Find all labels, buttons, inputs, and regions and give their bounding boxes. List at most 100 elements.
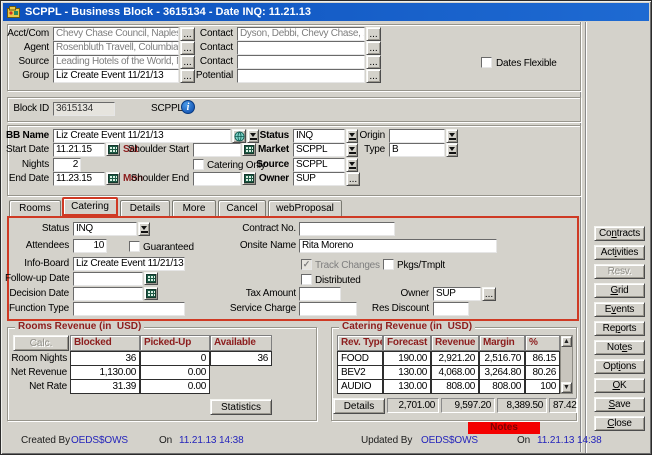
- end-date-field[interactable]: 11.23.15: [53, 172, 105, 186]
- grid-button[interactable]: Grid: [594, 283, 645, 298]
- acct-com-field[interactable]: Chevy Chase Council, Naples,: [53, 27, 179, 41]
- info-board-field[interactable]: Liz Create Event 11/21/13: [73, 257, 185, 271]
- resv-button[interactable]: Resv.: [594, 264, 645, 279]
- rev-row-type[interactable]: FOOD: [337, 351, 383, 366]
- market-field[interactable]: SCPPL: [293, 143, 345, 157]
- catering-status-label: Status: [7, 223, 69, 235]
- bb-name-globe-button[interactable]: [232, 129, 246, 143]
- contact3-lookup-button[interactable]: ...: [366, 55, 381, 69]
- onsite-name-field[interactable]: Rita Moreno: [299, 239, 497, 253]
- tab-details[interactable]: Details: [120, 200, 170, 216]
- type-field[interactable]: B: [389, 143, 445, 157]
- origin-field[interactable]: [389, 129, 445, 143]
- contact1-label: Contact: [187, 28, 233, 40]
- tab-rooms[interactable]: Rooms: [9, 200, 61, 216]
- rev-row-revenue: 2,921.20: [431, 351, 479, 366]
- followup-date-field[interactable]: [73, 272, 143, 286]
- contract-no-field[interactable]: [299, 222, 395, 236]
- created-by-value: OEDS$OWS: [71, 435, 128, 446]
- notes-badge[interactable]: Notes: [468, 422, 540, 434]
- net-revenue-label: Net Revenue: [3, 367, 67, 379]
- activities-button[interactable]: Activities: [594, 245, 645, 260]
- business-block-window: SCPPL - Business Block - 3615134 - Date …: [0, 0, 652, 455]
- contact2-field[interactable]: [237, 41, 365, 55]
- status-field[interactable]: INQ: [293, 129, 345, 143]
- title-bar[interactable]: SCPPL - Business Block - 3615134 - Date …: [3, 3, 649, 21]
- catering-status-dropdown-button[interactable]: [138, 222, 150, 236]
- tax-amount-field[interactable]: [299, 287, 341, 301]
- calc-button[interactable]: Calc.: [13, 335, 69, 351]
- info-icon[interactable]: i: [181, 100, 195, 114]
- col-forecast: Forecast: [383, 335, 431, 351]
- pkgs-tmplt-checkbox[interactable]: [383, 259, 394, 270]
- source-field[interactable]: Leading Hotels of the World, Naples,: [53, 55, 179, 69]
- events-button[interactable]: Events: [594, 302, 645, 317]
- rev-row-forecast: 190.00: [383, 351, 431, 366]
- options-button[interactable]: Options: [594, 359, 645, 374]
- room-nights-available: 36: [210, 351, 272, 366]
- origin-label: Origin: [351, 130, 385, 142]
- ellipsis-icon: ...: [369, 71, 377, 82]
- potential-field[interactable]: [237, 69, 365, 83]
- rev-row-type[interactable]: AUDIO: [337, 379, 383, 394]
- res-discount-field[interactable]: [433, 302, 469, 316]
- calendar-icon: [146, 274, 156, 283]
- ok-button[interactable]: OK: [594, 378, 645, 393]
- shoulder-end-field[interactable]: [193, 172, 241, 186]
- catering-owner-lookup-button[interactable]: ...: [482, 287, 496, 301]
- catering-owner-field[interactable]: SUP: [433, 287, 481, 301]
- service-charge-field[interactable]: [299, 302, 357, 316]
- scroll-down-button[interactable]: ▼: [561, 382, 572, 393]
- catering-only-checkbox[interactable]: [193, 159, 204, 170]
- type-dropdown-button[interactable]: [446, 143, 458, 157]
- track-changes-checkbox[interactable]: ✓: [301, 259, 312, 270]
- bb-name-field[interactable]: Liz Create Event 11/21/13: [53, 129, 231, 143]
- statistics-button[interactable]: Statistics: [210, 399, 272, 415]
- notes-button[interactable]: Notes: [594, 340, 645, 355]
- tab-more[interactable]: More: [172, 200, 216, 216]
- tab-cancel[interactable]: Cancel: [218, 200, 266, 216]
- tab-webproposal[interactable]: webProposal: [268, 200, 342, 216]
- col-revenue: Revenue: [431, 335, 479, 351]
- origin-dropdown-button[interactable]: [446, 129, 458, 143]
- save-button[interactable]: Save: [594, 397, 645, 412]
- owner-field[interactable]: SUP: [293, 172, 345, 186]
- nights-label: Nights: [3, 159, 49, 171]
- end-date-calendar-button[interactable]: [106, 172, 120, 185]
- dates-flexible-checkbox[interactable]: [481, 57, 492, 68]
- shoulder-start-field[interactable]: [193, 143, 241, 157]
- dates-flexible-label: Dates Flexible: [496, 58, 566, 70]
- scroll-up-button[interactable]: ▲: [561, 336, 572, 347]
- tab-catering[interactable]: Catering: [62, 197, 118, 216]
- contact1-field[interactable]: Dyson, Debbi, Chevy Chase, 1800-123-: [237, 27, 365, 41]
- decision-calendar-button[interactable]: [144, 287, 158, 300]
- bb-source-dropdown-button[interactable]: [346, 158, 358, 172]
- contact3-field[interactable]: [237, 55, 365, 69]
- followup-calendar-button[interactable]: [144, 272, 158, 285]
- agent-field[interactable]: Rosenbluth Travell, Columbia, 1800-r: [53, 41, 179, 55]
- rev-row-type[interactable]: BEV2: [337, 365, 383, 380]
- nights-field[interactable]: 2: [53, 158, 81, 172]
- start-date-calendar-button[interactable]: [106, 143, 120, 156]
- start-date-field[interactable]: 11.21.15: [53, 143, 105, 157]
- block-id-label: Block ID: [3, 103, 49, 115]
- contact1-lookup-button[interactable]: ...: [366, 27, 381, 41]
- bb-source-field[interactable]: SCPPL: [293, 158, 345, 172]
- group-field[interactable]: Liz Create Event 11/21/13: [53, 69, 179, 83]
- reports-button[interactable]: Reports: [594, 321, 645, 336]
- distributed-checkbox[interactable]: [301, 274, 312, 285]
- function-type-field[interactable]: [73, 302, 185, 316]
- guaranteed-checkbox[interactable]: [129, 241, 140, 252]
- catering-revenue-scrollbar[interactable]: ▲ ▼: [560, 335, 573, 394]
- catering-status-field[interactable]: INQ: [73, 222, 137, 236]
- net-rate-blocked: 31.39: [70, 379, 140, 394]
- contact2-lookup-button[interactable]: ...: [366, 41, 381, 55]
- details-button[interactable]: Details: [333, 398, 385, 414]
- owner-lookup-button[interactable]: ...: [346, 172, 360, 186]
- decision-date-field[interactable]: [73, 287, 143, 301]
- contracts-button[interactable]: Contracts: [594, 226, 645, 241]
- potential-lookup-button[interactable]: ...: [366, 69, 381, 83]
- attendees-field[interactable]: 10: [73, 239, 107, 253]
- col-picked-up: Picked-Up: [140, 335, 210, 351]
- close-button[interactable]: Close: [594, 416, 645, 431]
